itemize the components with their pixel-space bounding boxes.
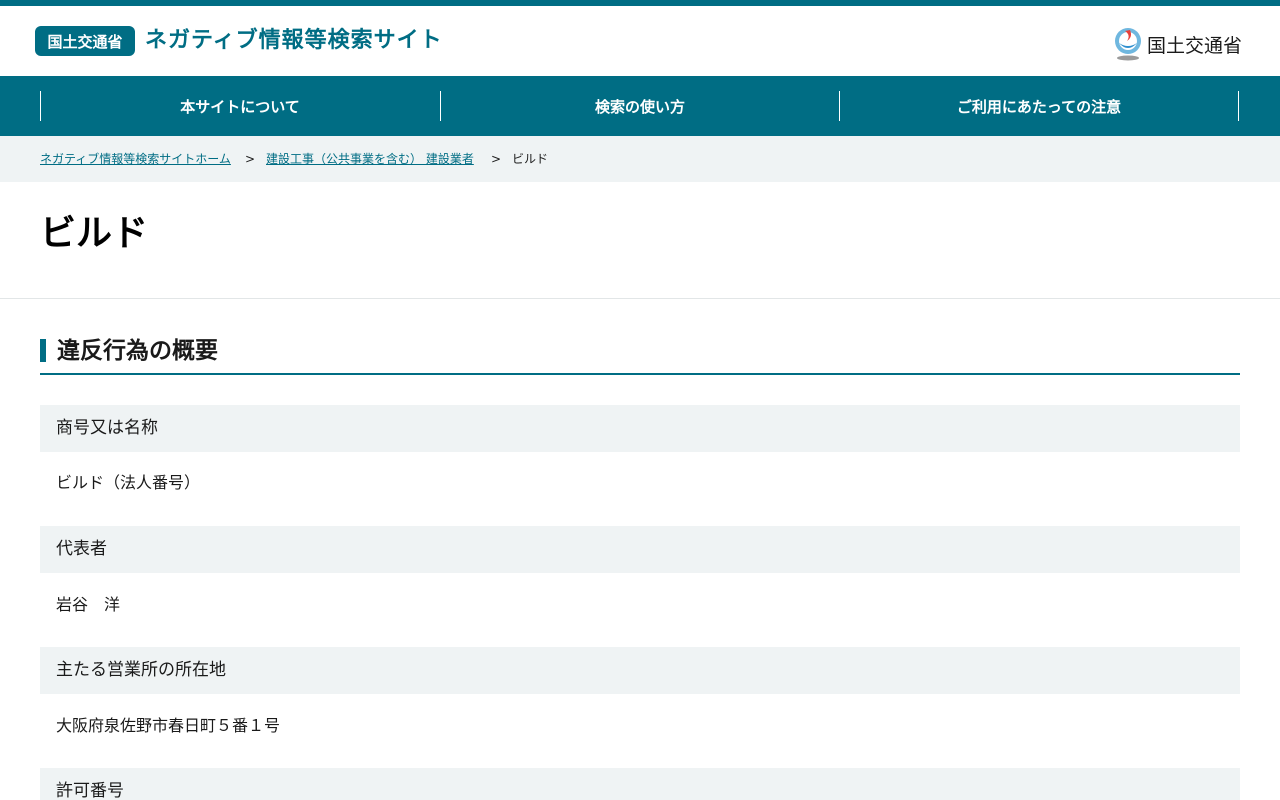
ministry-logo-text: 国土交通省: [1147, 34, 1243, 57]
nav-item-usage-notes[interactable]: ご利用にあたっての注意: [839, 91, 1239, 121]
field-label-text: 許可番号: [56, 781, 124, 800]
ministry-badge[interactable]: 国土交通省: [35, 26, 135, 56]
ministry-logo[interactable]: 国土交通省: [1113, 24, 1253, 64]
section-heading-text: 違反行為の概要: [57, 338, 218, 364]
site-header: 国土交通省 ネガティブ情報等検索サイト 国土交通省: [0, 6, 1280, 76]
breadcrumb-current: ビルド: [512, 152, 549, 166]
section-heading-bar: [40, 339, 46, 362]
nav-item-how-to-search[interactable]: 検索の使い方: [440, 91, 840, 121]
site-title[interactable]: ネガティブ情報等検索サイト: [145, 24, 443, 58]
field-label-text: 商号又は名称: [56, 418, 158, 438]
field-label-office-address: 主たる営業所の所在地: [40, 647, 1240, 694]
field-label-company-name: 商号又は名称: [40, 405, 1240, 452]
nav-separator: [1238, 91, 1239, 121]
breadcrumb: ネガティブ情報等検索サイトホーム > 建設工事（公共事業を含む） 建設業者 > …: [0, 136, 1280, 182]
ministry-emblem-icon: [1115, 28, 1141, 61]
field-value-office-address: 大阪府泉佐野市春日町５番１号: [56, 716, 281, 735]
section-heading: 違反行為の概要: [40, 336, 1240, 375]
page-title: ビルド: [40, 213, 149, 254]
field-value-representative: 岩谷 洋: [56, 595, 121, 614]
nav-item-about[interactable]: 本サイトについて: [40, 91, 440, 121]
title-divider: [0, 298, 1280, 299]
field-label-license-number: 許可番号: [40, 768, 1240, 800]
field-value-company-name: ビルド（法人番号）: [56, 473, 201, 492]
breadcrumb-home-link[interactable]: ネガティブ情報等検索サイトホーム: [40, 151, 231, 167]
field-label-text: 主たる営業所の所在地: [56, 660, 226, 680]
field-label-representative: 代表者: [40, 526, 1240, 573]
breadcrumb-category-link[interactable]: 建設工事（公共事業を含む） 建設業者: [266, 151, 474, 167]
field-label-text: 代表者: [56, 539, 107, 559]
breadcrumb-separator: >: [245, 152, 256, 166]
breadcrumb-separator: >: [491, 152, 502, 166]
main-nav: 本サイトについて 検索の使い方 ご利用にあたっての注意: [0, 76, 1280, 136]
